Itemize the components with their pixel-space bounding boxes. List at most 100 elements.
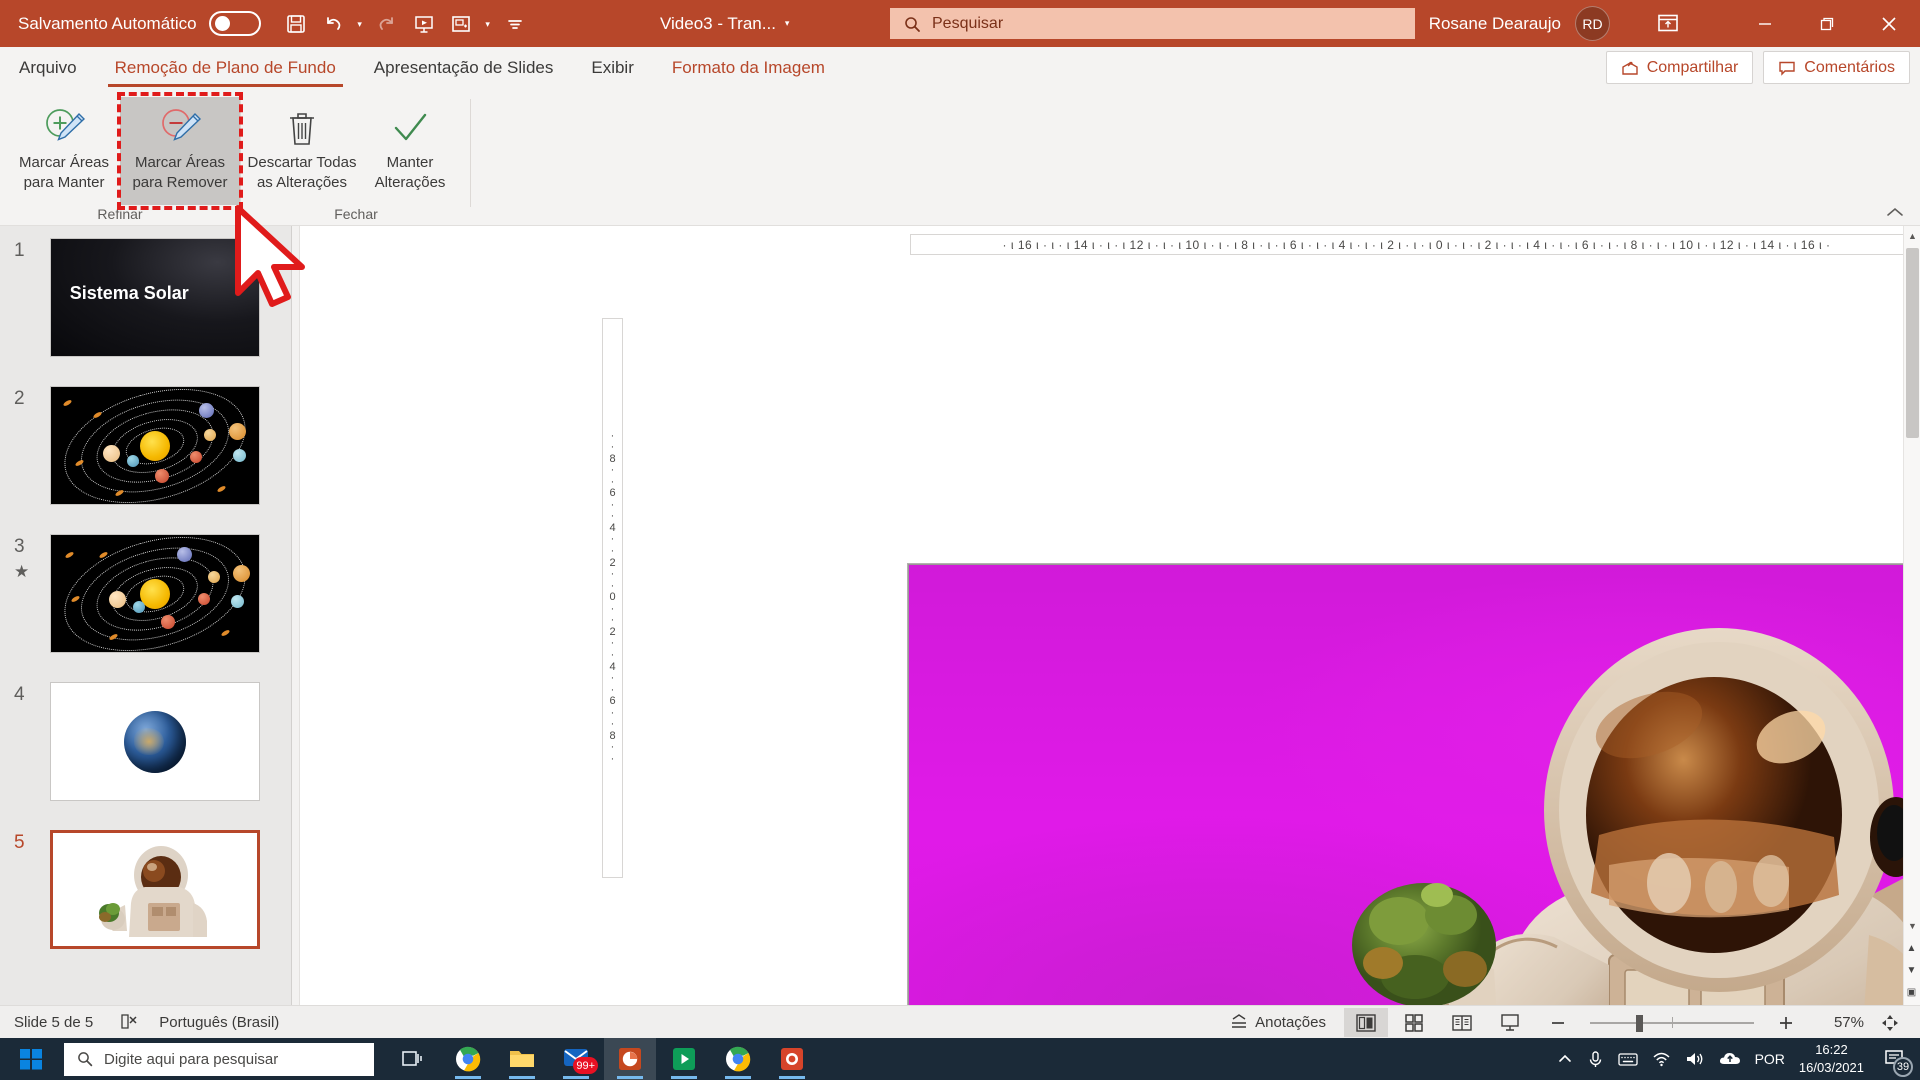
scroll-up-arrow-icon[interactable]: ▲ — [1904, 226, 1920, 245]
normal-view-button[interactable] — [1344, 1008, 1388, 1037]
document-title-caret-icon[interactable]: ▾ — [785, 18, 790, 29]
slide-counter[interactable]: Slide 5 de 5 — [14, 1014, 93, 1031]
minimize-button[interactable] — [1734, 0, 1796, 47]
thumbnail-slide-5[interactable]: 5 — [0, 822, 291, 972]
start-slideshow-icon[interactable] — [407, 7, 441, 41]
mark-areas-to-keep-button[interactable]: Marcar Áreas para Manter — [4, 97, 124, 205]
accessibility-check-icon[interactable] — [119, 1012, 139, 1032]
account-block[interactable]: Rosane Dearaujo RD — [1429, 0, 1610, 47]
onedrive-icon[interactable] — [1719, 1051, 1741, 1067]
previous-slide-button[interactable]: ▲ — [1903, 938, 1920, 958]
camtasia-recorder-taskbar-icon[interactable] — [766, 1038, 818, 1080]
keyboard-icon[interactable] — [1617, 1052, 1638, 1067]
autosave-toggle[interactable] — [208, 11, 261, 36]
zoom-percentage[interactable]: 57% — [1812, 1014, 1864, 1031]
status-bar: Slide 5 de 5 Português (Brasil) Anotaçõe… — [0, 1005, 1920, 1038]
notification-center-icon[interactable]: 39 — [1878, 1042, 1913, 1077]
ribbon-group-divider-2 — [470, 99, 471, 207]
collapse-ribbon-icon[interactable] — [1884, 205, 1906, 219]
planet-earth — [133, 601, 145, 613]
share-button[interactable]: Compartilhar — [1605, 51, 1754, 84]
powerpoint-window: Salvamento Automático ▾ ▾ Video3 - Tran.… — [0, 0, 1920, 1080]
fit-slide-button[interactable]: ▣ — [1903, 982, 1920, 1002]
reading-view-button[interactable] — [1440, 1008, 1484, 1037]
pane-splitter[interactable] — [292, 226, 300, 1005]
file-explorer-taskbar-icon[interactable] — [496, 1038, 548, 1080]
thumbnail-image-5[interactable] — [50, 830, 260, 949]
slide-4-background — [51, 683, 259, 800]
show-hidden-icons-icon[interactable] — [1557, 1051, 1573, 1067]
mark-areas-to-keep-label: Marcar Áreas para Manter — [18, 154, 110, 192]
network-icon[interactable] — [1652, 1051, 1671, 1067]
scroll-down-arrow-icon[interactable]: ▼ — [1904, 916, 1920, 935]
tab-arquivo[interactable]: Arquivo — [0, 47, 96, 89]
redo-icon[interactable] — [370, 7, 404, 41]
ribbon-group-divider — [240, 99, 241, 207]
astronaut-image[interactable] — [909, 565, 1920, 1080]
thumbnail-image-1[interactable]: Sistema Solar — [50, 238, 260, 357]
search-input[interactable]: Pesquisar — [890, 8, 1415, 39]
undo-dropdown-caret[interactable]: ▾ — [353, 7, 367, 41]
slide-canvas[interactable] — [907, 563, 1920, 1080]
undo-icon[interactable] — [316, 7, 350, 41]
close-button[interactable] — [1858, 0, 1920, 47]
microphone-icon[interactable] — [1587, 1050, 1604, 1068]
new-slide-icon[interactable] — [444, 7, 478, 41]
thumbnail-slide-2[interactable]: 2 — [0, 378, 291, 528]
fit-to-window-button[interactable] — [1868, 1008, 1912, 1037]
powerpoint-taskbar-icon[interactable] — [604, 1038, 656, 1080]
zoom-slider[interactable] — [1584, 1008, 1760, 1037]
chrome-taskbar-icon[interactable] — [442, 1038, 494, 1080]
slide-sorter-view-button[interactable] — [1392, 1008, 1436, 1037]
language-label[interactable]: Português (Brasil) — [159, 1014, 279, 1031]
zoom-out-button[interactable] — [1536, 1008, 1580, 1037]
discard-all-changes-button[interactable]: Descartar Todas as Alterações — [242, 97, 362, 205]
chrome2-taskbar-icon[interactable] — [712, 1038, 764, 1080]
clock[interactable]: 16:22 16/03/2021 — [1799, 1041, 1864, 1076]
thumbnail-number-2: 2 — [14, 388, 25, 409]
zoom-slider-handle[interactable] — [1636, 1015, 1643, 1032]
volume-icon[interactable] — [1685, 1051, 1705, 1067]
tab-exibir[interactable]: Exibir — [572, 47, 653, 89]
thumbnail-slide-4[interactable]: 4 — [0, 674, 291, 824]
slideshow-view-button[interactable] — [1488, 1008, 1532, 1037]
customize-qat-icon[interactable] — [498, 7, 532, 41]
taskbar-search-placeholder: Digite aqui para pesquisar — [104, 1050, 279, 1068]
comments-button[interactable]: Comentários — [1763, 51, 1910, 84]
planet-mercury — [198, 593, 210, 605]
taskbar-search-input[interactable]: Digite aqui para pesquisar — [64, 1042, 374, 1076]
tab-apresentacao-slides[interactable]: Apresentação de Slides — [355, 47, 573, 89]
discard-all-changes-label: Descartar Todas as Alterações — [247, 154, 357, 192]
thumbnail-image-2[interactable] — [50, 386, 260, 505]
planet-neptune — [199, 403, 214, 418]
mark-areas-to-remove-button[interactable]: Marcar Áreas para Remover — [120, 97, 240, 205]
messaging-taskbar-icon[interactable]: 99+ — [550, 1038, 602, 1080]
ribbon-display-options-icon[interactable] — [1651, 7, 1685, 39]
animation-indicator-icon[interactable]: ★ — [14, 562, 29, 582]
document-title-group[interactable]: Video3 - Tran... ▾ — [660, 0, 789, 47]
input-language-indicator[interactable]: POR — [1755, 1051, 1785, 1067]
notes-button[interactable]: Anotações — [1229, 1013, 1326, 1032]
camtasia-taskbar-icon[interactable] — [658, 1038, 710, 1080]
tab-formato-imagem[interactable]: Formato da Imagem — [653, 47, 844, 89]
new-slide-dropdown-caret[interactable]: ▾ — [481, 7, 495, 41]
thumbnail-image-4[interactable] — [50, 682, 260, 801]
horizontal-ruler[interactable]: · ι 16 ι · ι · ι 14 ι · ι · ι 12 ι · ι ·… — [910, 234, 1920, 255]
save-icon[interactable] — [279, 7, 313, 41]
restore-button[interactable] — [1796, 0, 1858, 47]
vertical-ruler[interactable]: · · 8 · · 6 · · 4 · · 2 · · 0 · · 2 · · … — [602, 318, 623, 878]
task-view-icon[interactable] — [388, 1038, 440, 1080]
slide-vertical-scrollbar[interactable]: ▲ ▼ ▲ ▼ ▣ — [1903, 226, 1920, 1005]
scrollbar-thumb[interactable] — [1906, 248, 1919, 438]
next-slide-button[interactable]: ▼ — [1903, 960, 1920, 980]
avatar[interactable]: RD — [1575, 6, 1610, 41]
status-bar-right: Anotações 57% — [1229, 1006, 1912, 1039]
thumbnail-slide-3[interactable]: 3 ★ — [0, 526, 291, 676]
window-buttons — [1734, 0, 1920, 47]
thumbnail-image-3[interactable] — [50, 534, 260, 653]
start-button[interactable] — [0, 1038, 62, 1080]
slide-thumbnail-pane[interactable]: 1 Sistema Solar 2 3 ★ 4 5 — [0, 226, 292, 1005]
tab-remocao-plano-fundo[interactable]: Remoção de Plano de Fundo — [96, 47, 355, 89]
zoom-in-button[interactable] — [1764, 1008, 1808, 1037]
keep-changes-button[interactable]: Manter Alterações — [350, 97, 470, 205]
